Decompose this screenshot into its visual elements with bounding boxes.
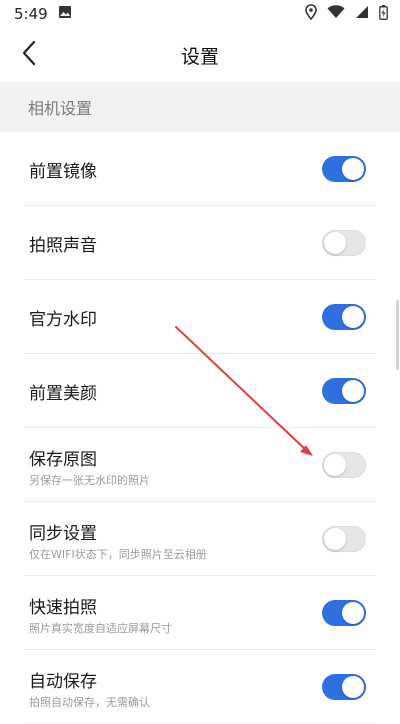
signal-icon [355, 5, 369, 23]
toggle-knob [324, 232, 346, 254]
setting-row-auto-save[interactable]: 自动保存 拍照自动保存，无需确认 [24, 650, 376, 724]
app-bar: 设置 [0, 28, 400, 82]
setting-subtitle: 拍照自动保存，无需确认 [29, 696, 150, 709]
setting-title: 官方水印 [29, 310, 97, 330]
wifi-icon [327, 5, 345, 23]
setting-title: 保存原图 [29, 450, 97, 470]
status-bar: 5:49 [0, 0, 400, 28]
toggle-knob [324, 528, 346, 550]
setting-row-front-mirror[interactable]: 前置镜像 [24, 132, 376, 206]
chevron-left-icon [21, 40, 37, 70]
toggle-switch[interactable] [322, 674, 366, 700]
toggle-knob [324, 454, 346, 476]
setting-title: 拍照声音 [29, 236, 97, 256]
toggle-knob [342, 158, 364, 180]
battery-icon [379, 4, 388, 24]
location-icon [305, 4, 317, 24]
setting-row-official-watermark[interactable]: 官方水印 [24, 280, 376, 354]
setting-title: 快速拍照 [29, 598, 97, 618]
toggle-switch[interactable] [322, 600, 366, 626]
setting-row-sync[interactable]: 同步设置 仅在WIFI状态下，同步照片至云相册 [24, 502, 376, 576]
toggle-knob [342, 676, 364, 698]
status-time: 5:49 [14, 5, 48, 23]
setting-subtitle: 仅在WIFI状态下，同步照片至云相册 [29, 548, 207, 561]
setting-subtitle: 另保存一张无水印的照片 [29, 474, 150, 487]
setting-row-shutter-sound[interactable]: 拍照声音 [24, 206, 376, 280]
toggle-knob [342, 306, 364, 328]
toggle-switch[interactable] [322, 526, 366, 552]
setting-row-quick-shot[interactable]: 快速拍照 照片真实宽度自适应屏幕尺寸 [24, 576, 376, 650]
section-title: 相机设置 [28, 99, 93, 118]
setting-row-front-beauty[interactable]: 前置美颜 [24, 354, 376, 428]
toggle-switch[interactable] [322, 452, 366, 478]
setting-title: 自动保存 [29, 672, 97, 692]
image-icon [58, 5, 72, 23]
toggle-switch[interactable] [322, 378, 366, 404]
back-button[interactable] [8, 34, 50, 76]
toggle-knob [342, 602, 364, 624]
page-title: 设置 [180, 45, 219, 68]
section-header: 相机设置 [0, 82, 400, 132]
setting-title: 前置美颜 [29, 384, 97, 404]
setting-title: 前置镜像 [29, 162, 97, 182]
toggle-switch[interactable] [322, 156, 366, 182]
scrollbar[interactable] [396, 300, 399, 370]
settings-list: 前置镜像 拍照声音 官方水印 前置美颜 保存原图 另保存一张无水印的照片 同步设… [0, 132, 400, 724]
setting-subtitle: 照片真实宽度自适应屏幕尺寸 [29, 622, 172, 635]
setting-title: 同步设置 [29, 524, 97, 544]
setting-row-save-original[interactable]: 保存原图 另保存一张无水印的照片 [24, 428, 376, 502]
toggle-switch[interactable] [322, 304, 366, 330]
toggle-knob [342, 380, 364, 402]
toggle-switch[interactable] [322, 230, 366, 256]
